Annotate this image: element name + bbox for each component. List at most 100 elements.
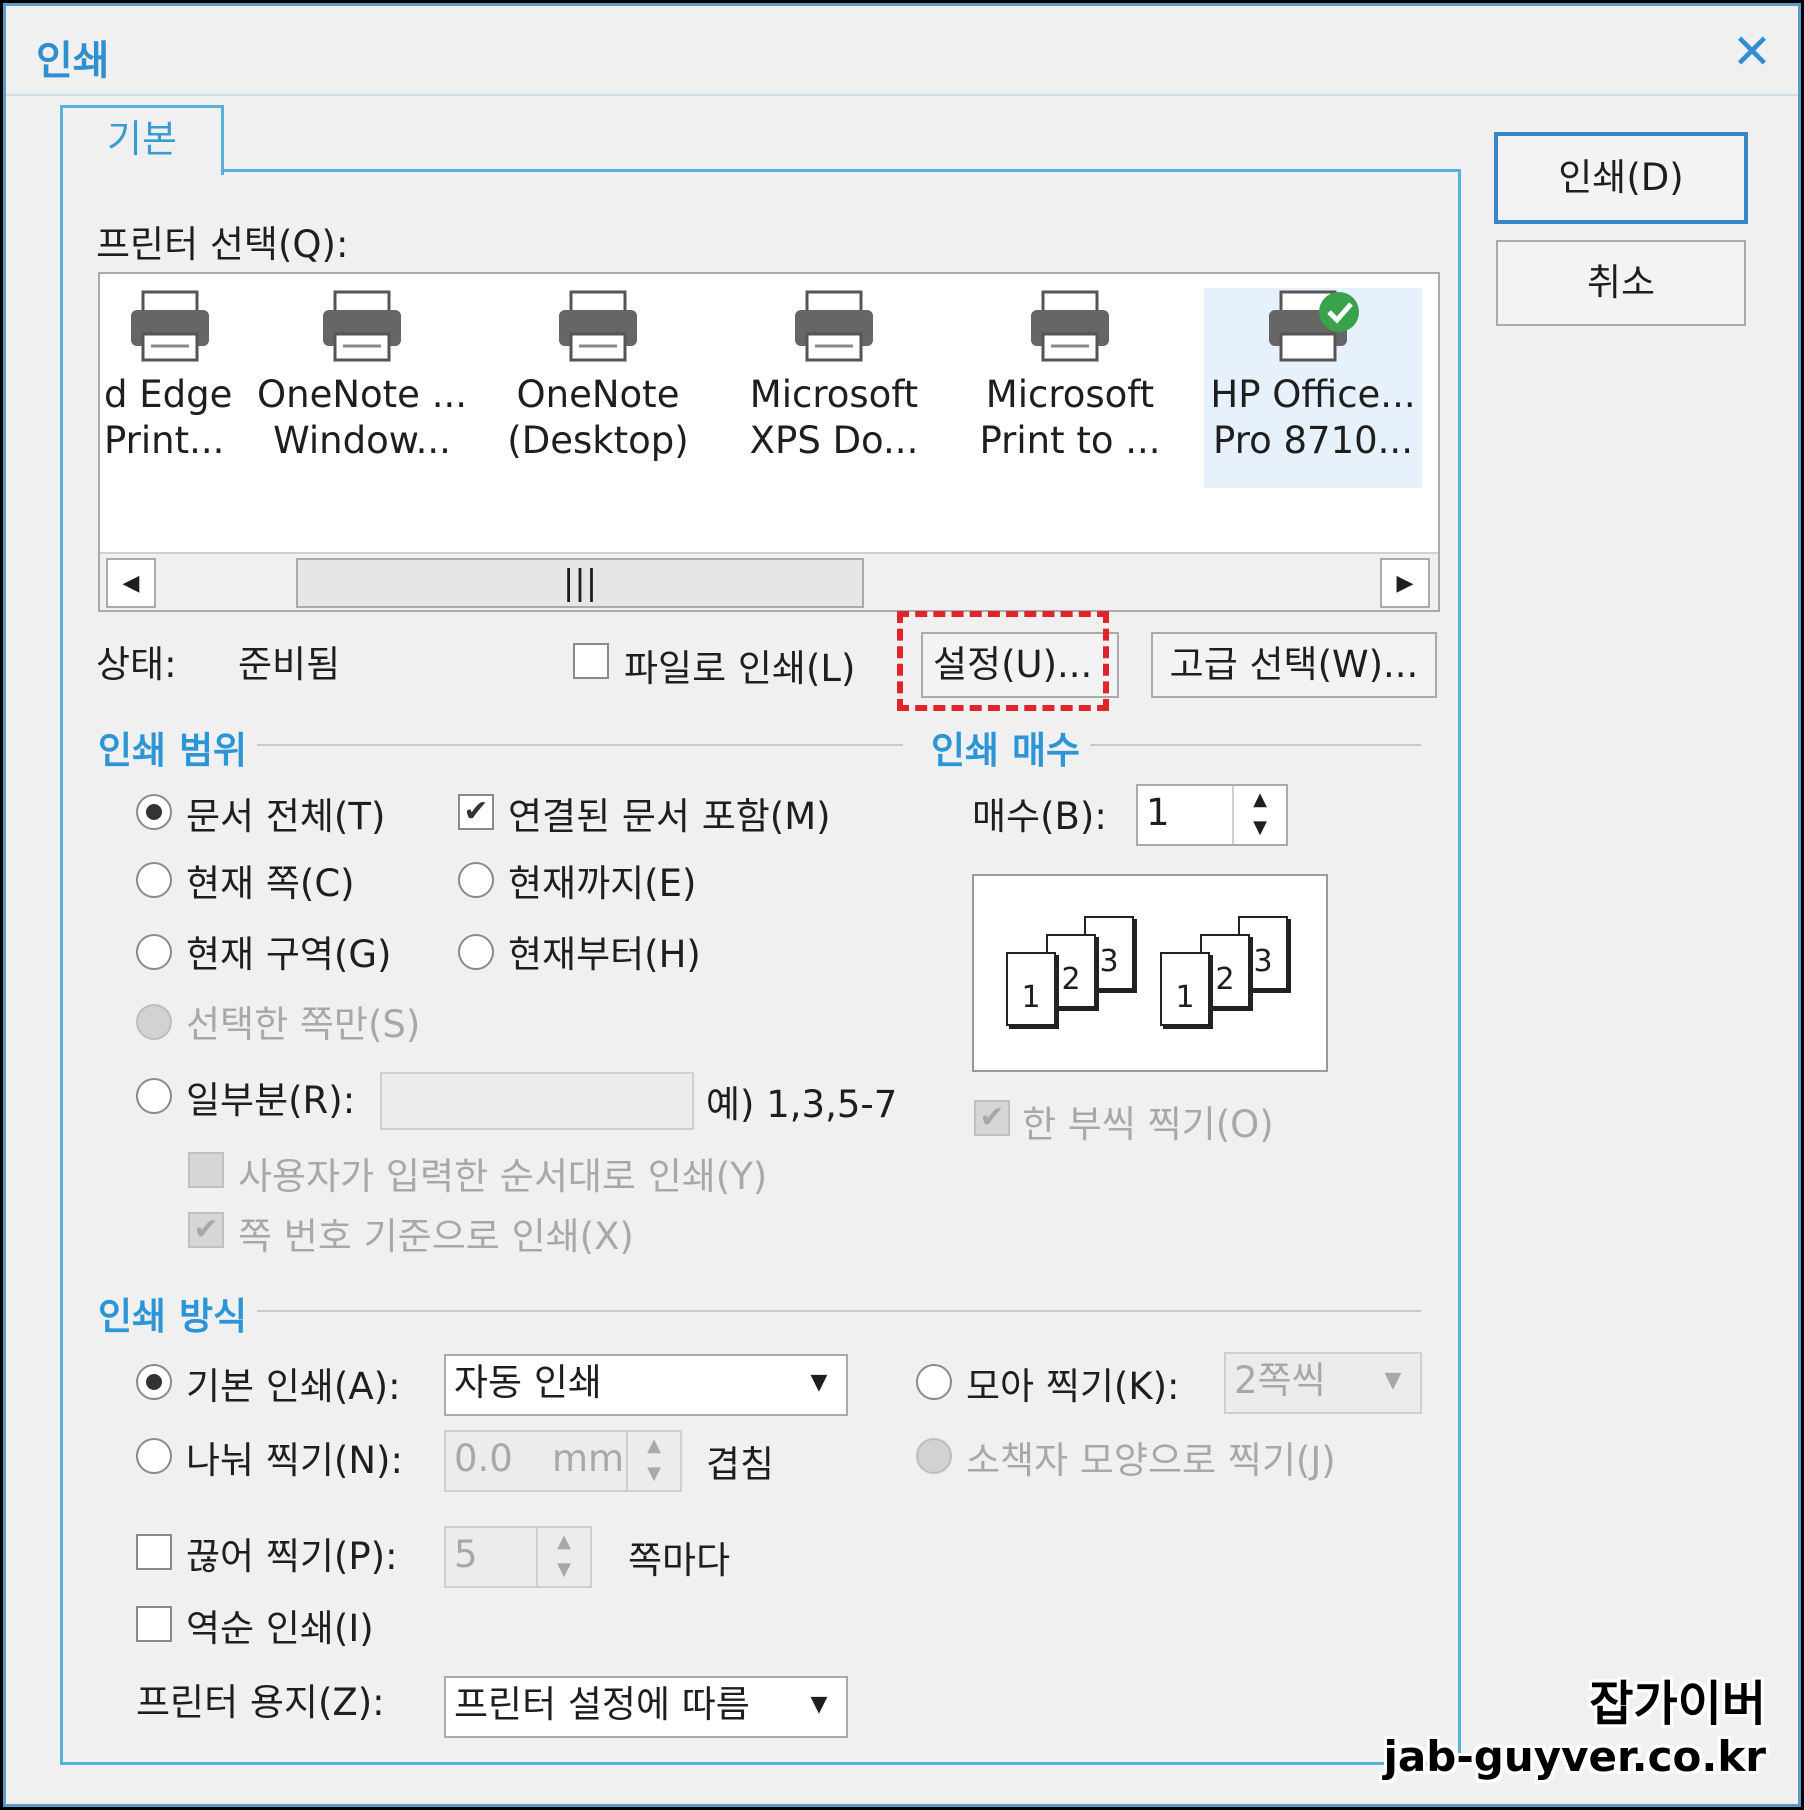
- range-current-page-label: 현재 쪽(C): [186, 862, 355, 905]
- cut-spin-icon: ▲ ▼: [536, 1528, 590, 1586]
- chevron-down-icon: ▼: [1384, 1368, 1402, 1393]
- user-order-checkbox: [188, 1152, 224, 1188]
- printer-item[interactable]: OneNote ... Window...: [252, 288, 472, 488]
- split-spin-icon: ▲ ▼: [626, 1432, 680, 1490]
- basic-print-label: 기본 인쇄(A):: [186, 1365, 401, 1408]
- overlap-label: 겹침: [706, 1443, 775, 1486]
- printer-name: OneNote (Desktop): [507, 373, 689, 462]
- reverse-print-checkbox[interactable]: [136, 1606, 172, 1642]
- range-from-current-label: 현재부터(H): [508, 933, 701, 976]
- include-linked-label: 연결된 문서 포함(M): [508, 795, 831, 838]
- preview-page: 1: [1160, 952, 1210, 1026]
- split-label: 나눠 찍기(N):: [186, 1439, 403, 1482]
- printer-icon: [795, 290, 873, 362]
- print-dialog: 인쇄 ✕ 기본 인쇄(D) 취소 프린터 선택(Q): d Edge Print…: [3, 3, 1801, 1807]
- gather-value: 2쪽씩: [1234, 1359, 1326, 1402]
- paper-value: 프린터 설정에 따름: [454, 1683, 750, 1726]
- range-current-section-label: 현재 구역(G): [186, 933, 392, 976]
- print-to-file-checkbox[interactable]: [573, 643, 609, 679]
- gather-select: 2쪽씩 ▼: [1224, 1352, 1422, 1414]
- dialog-title: 인쇄: [36, 38, 110, 84]
- range-up-to-current-radio[interactable]: [458, 862, 494, 898]
- split-unit: mm: [552, 1437, 625, 1480]
- copies-label: 매수(B):: [972, 795, 1107, 838]
- scroll-right-icon[interactable]: ▶: [1380, 558, 1430, 608]
- cancel-button[interactable]: 취소: [1496, 240, 1746, 326]
- reverse-print-label: 역순 인쇄(I): [186, 1607, 374, 1650]
- chevron-down-icon: ▼: [810, 1370, 828, 1395]
- basic-print-radio[interactable]: [136, 1364, 172, 1400]
- cut-print-value: 5: [454, 1533, 478, 1576]
- printer-name: Microsoft XPS Do...: [749, 373, 919, 462]
- printer-list-scrollbar[interactable]: ◀ ||| ▶: [100, 552, 1438, 610]
- gather-radio[interactable]: [916, 1364, 952, 1400]
- status-value: 준비됨: [238, 643, 341, 686]
- booklet-radio: [916, 1438, 952, 1474]
- watermark-url: jab-guyver.co.kr: [1383, 1732, 1766, 1781]
- close-icon[interactable]: ✕: [1724, 24, 1780, 80]
- printer-default-icon: [1269, 290, 1359, 362]
- highlight-annotation: [897, 611, 1109, 711]
- paper-select[interactable]: 프린터 설정에 따름 ▼: [444, 1676, 848, 1738]
- copies-stepper[interactable]: 1 ▲ ▼: [1136, 784, 1288, 846]
- printer-name: OneNote ... Window...: [257, 373, 467, 462]
- collate-checkbox: ✔: [974, 1100, 1010, 1136]
- copies-value: 1: [1146, 791, 1170, 834]
- basic-print-value: 자동 인쇄: [454, 1361, 602, 1404]
- scroll-left-icon[interactable]: ◀: [106, 558, 156, 608]
- user-order-label: 사용자가 입력한 순서대로 인쇄(Y): [238, 1155, 768, 1198]
- cut-print-stepper: 5 ▲ ▼: [444, 1526, 592, 1588]
- copies-heading: 인쇄 매수: [931, 720, 1091, 774]
- range-partial-label: 일부분(R):: [186, 1079, 356, 1122]
- range-all-radio[interactable]: [136, 794, 172, 830]
- collate-label: 한 부씩 찍기(O): [1022, 1103, 1274, 1146]
- print-to-file-label: 파일로 인쇄(L): [624, 647, 856, 690]
- printer-item-selected[interactable]: HP Office... Pro 8710...: [1204, 288, 1422, 488]
- split-radio[interactable]: [136, 1438, 172, 1474]
- tab-basic[interactable]: 기본: [60, 105, 224, 175]
- page-number-order-checkbox: ✔: [188, 1212, 224, 1248]
- range-from-current-radio[interactable]: [458, 934, 494, 970]
- split-value: 0.0: [454, 1437, 513, 1480]
- print-button[interactable]: 인쇄(D): [1494, 132, 1748, 224]
- advanced-options-button[interactable]: 고급 선택(W)...: [1151, 632, 1437, 698]
- status-label: 상태:: [96, 643, 177, 686]
- gather-label: 모아 찍기(K):: [966, 1365, 1180, 1408]
- booklet-label: 소책자 모양으로 찍기(J): [966, 1439, 1336, 1482]
- printer-icon: [131, 290, 209, 362]
- range-partial-radio[interactable]: [136, 1078, 172, 1114]
- cut-print-checkbox[interactable]: [136, 1534, 172, 1570]
- printer-name: HP Office... Pro 8710...: [1210, 373, 1416, 462]
- title-divider: [6, 94, 1798, 96]
- include-linked-checkbox[interactable]: ✔: [458, 794, 494, 830]
- printer-item[interactable]: OneNote (Desktop): [488, 288, 708, 488]
- basic-print-select[interactable]: 자동 인쇄 ▼: [444, 1354, 848, 1416]
- collate-preview: 3 2 1 3 2 1: [972, 874, 1328, 1072]
- paper-label: 프린터 용지(Z):: [136, 1681, 385, 1724]
- per-page-label: 쪽마다: [628, 1539, 731, 1582]
- range-up-to-current-label: 현재까지(E): [508, 862, 697, 905]
- printer-select-label: 프린터 선택(Q):: [96, 223, 349, 266]
- range-selection-radio: [136, 1004, 172, 1040]
- printer-icon: [323, 290, 401, 362]
- copies-spin-icon[interactable]: ▲ ▼: [1232, 786, 1286, 844]
- printer-item[interactable]: Microsoft Print to ...: [960, 288, 1180, 488]
- split-stepper: 0.0 mm ▲ ▼: [444, 1430, 682, 1492]
- printer-icon: [559, 290, 637, 362]
- range-current-section-radio[interactable]: [136, 934, 172, 970]
- cut-print-label: 끊어 찍기(P):: [186, 1535, 398, 1578]
- watermark-title: 잡가이버: [1589, 1676, 1766, 1732]
- section-divider: [98, 1310, 1421, 1312]
- chevron-down-icon: ▼: [810, 1692, 828, 1717]
- printer-name: Microsoft Print to ...: [979, 373, 1161, 462]
- page-number-order-label: 쪽 번호 기준으로 인쇄(X): [238, 1215, 634, 1258]
- printer-item[interactable]: Microsoft XPS Do...: [724, 288, 944, 488]
- range-partial-example: 예) 1,3,5-7: [706, 1083, 898, 1126]
- scroll-thumb[interactable]: |||: [296, 558, 864, 608]
- range-partial-input[interactable]: [380, 1072, 694, 1130]
- preview-page: 1: [1006, 952, 1056, 1026]
- range-all-label: 문서 전체(T): [186, 795, 386, 838]
- range-current-page-radio[interactable]: [136, 862, 172, 898]
- printer-list[interactable]: d Edge Print... OneNote ... Window... On…: [98, 272, 1440, 612]
- print-range-heading: 인쇄 범위: [98, 720, 258, 774]
